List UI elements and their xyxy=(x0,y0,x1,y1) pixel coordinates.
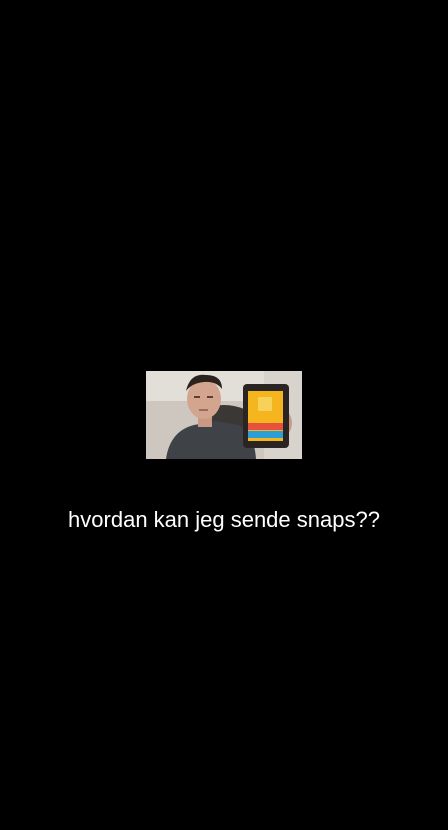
story-photo-image xyxy=(146,371,302,459)
story-screen[interactable]: hvordan kan jeg sende snaps?? xyxy=(0,0,448,830)
story-caption: hvordan kan jeg sende snaps?? xyxy=(68,507,380,532)
story-photo xyxy=(146,371,302,459)
